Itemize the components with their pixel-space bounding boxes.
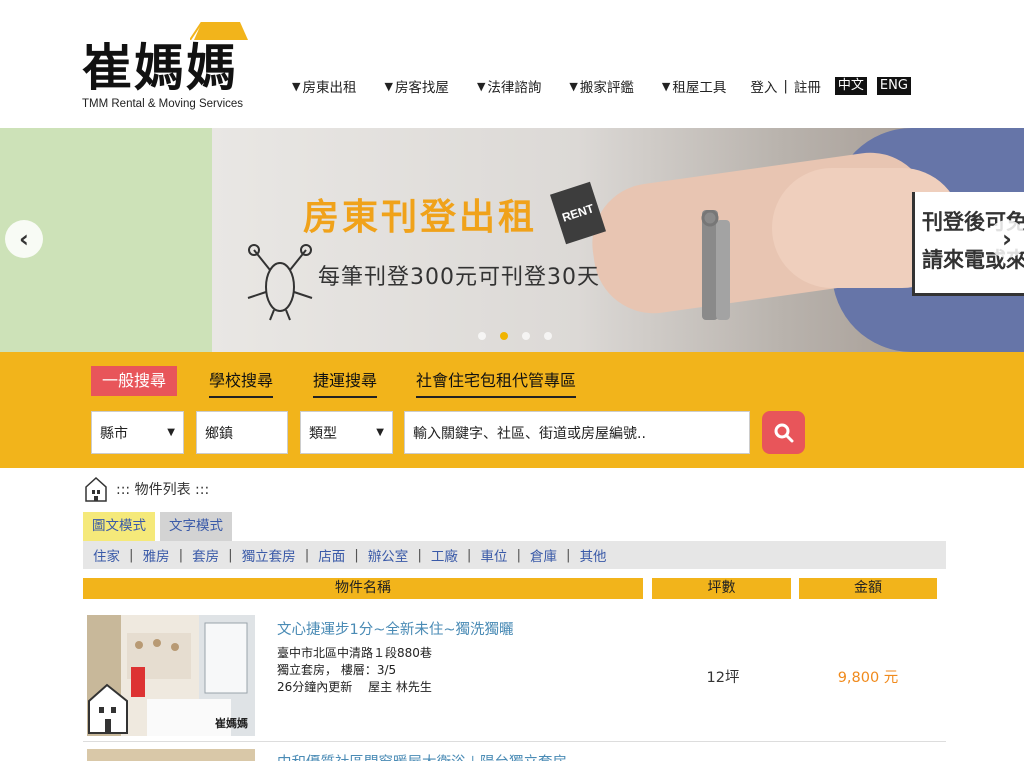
category-room[interactable]: 雅房 xyxy=(143,545,170,565)
chevron-right-icon: › xyxy=(1002,225,1012,253)
carousel-dot[interactable] xyxy=(522,332,530,340)
listing-thumbnail[interactable] xyxy=(87,749,255,761)
divider: | xyxy=(783,78,788,94)
listing-type-floor: 獨立套房， 樓層：3/5 xyxy=(277,663,397,677)
chevron-left-icon: ‹ xyxy=(19,225,29,253)
breadcrumb-label: ::: 物件列表 ::: xyxy=(116,482,210,498)
house-icon xyxy=(85,476,107,502)
keyword-input[interactable]: 輸入關鍵字、社區、街道或房屋編號.. xyxy=(404,411,750,454)
site-header: 崔媽媽 TMM Rental & Moving Services ▼ 房東出租 ▼… xyxy=(0,0,1024,128)
listing-price: 9,800 元 xyxy=(837,670,899,686)
listing-thumbnail[interactable]: 崔媽媽 xyxy=(87,615,255,736)
tab-social-housing[interactable]: 社會住宅包租代管專區 xyxy=(416,366,577,398)
divider: | xyxy=(129,547,134,563)
column-header-area: 坪數 xyxy=(652,578,791,599)
listing-area: 12坪 xyxy=(706,670,740,686)
category-factory[interactable]: 工廠 xyxy=(431,545,458,565)
triangle-down-icon: ▼ xyxy=(476,79,486,93)
county-select-value: 縣市 xyxy=(100,425,128,442)
logo-title: 崔媽媽 xyxy=(82,38,238,97)
listing-title-link[interactable]: 中和優質社區開窗暖屋大衛浴＋陽台獨立套房 xyxy=(277,751,567,761)
carousel-dots xyxy=(478,332,552,340)
nav-label: 房客找屋 xyxy=(394,80,449,96)
banner-subtitle: 每筆刊登300元可刊登30天 xyxy=(318,265,600,290)
triangle-down-icon: ▼ xyxy=(384,79,393,93)
language-switch: 中文 ENG xyxy=(834,77,911,95)
divider: | xyxy=(516,547,521,563)
triangle-down-icon: ▼ xyxy=(292,79,301,93)
divider: | xyxy=(178,547,184,563)
banner-photo xyxy=(212,128,1024,352)
column-header-name: 物件名稱 xyxy=(83,578,643,599)
search-button[interactable] xyxy=(762,411,805,454)
nav-label: 搬家評鑑 xyxy=(579,80,634,96)
nav-label: 房東出租 xyxy=(302,80,357,96)
keys-icon xyxy=(701,210,730,320)
text-mode-tab[interactable]: 文字模式 xyxy=(160,512,232,541)
nav-label: 租屋工具 xyxy=(672,80,727,96)
main-nav: ▼ 房東出租 ▼ 房客找屋 ▼ 法律諮詢 ▼ 搬家評鑑 ▼ 租屋工具 登入 | 註冊 中文… xyxy=(292,76,911,96)
category-shop[interactable]: 店面 xyxy=(318,545,345,565)
category-office[interactable]: 辦公室 xyxy=(368,545,409,565)
thumbnail-watermark: 崔媽媽 xyxy=(215,717,248,730)
site-logo[interactable]: 崔媽媽 TMM Rental & Moving Services xyxy=(82,22,252,114)
breadcrumb: ::: 物件列表 ::: xyxy=(84,476,209,502)
auth-links: 登入 | 註冊 中文 ENG xyxy=(750,76,911,96)
caret-down-icon: ▼ xyxy=(376,427,384,438)
carousel-prev-button[interactable]: ‹ xyxy=(5,220,43,258)
carousel-next-button[interactable]: › xyxy=(988,220,1024,258)
divider: | xyxy=(566,547,571,563)
listing-row[interactable]: 崔媽媽 文心捷運步1分~全新未住~獨洗獨曬 臺中市北區中清路１段880巷 獨立套… xyxy=(83,608,946,742)
login-link[interactable]: 登入 xyxy=(750,76,777,96)
column-header-price: 金額 xyxy=(799,578,937,599)
lang-en-button[interactable]: ENG xyxy=(876,77,911,95)
category-home[interactable]: 住家 xyxy=(93,545,120,565)
divider: | xyxy=(466,547,472,563)
lobster-icon xyxy=(247,244,313,321)
divider: | xyxy=(304,547,310,563)
nav-landlord[interactable]: ▼ 房東出租 xyxy=(292,76,357,97)
category-studio[interactable]: 獨立套房 xyxy=(242,545,296,565)
keyword-input-placeholder: 輸入關鍵字、社區、街道或房屋編號.. xyxy=(413,425,646,442)
tab-school-search[interactable]: 學校搜尋 xyxy=(209,366,274,398)
listing-address: 臺中市北區中清路１段880巷 xyxy=(277,646,432,660)
triangle-down-icon: ▼ xyxy=(661,79,671,93)
listing-updated-owner: 26分鐘內更新 屋主 林先生 xyxy=(277,680,432,694)
image-mode-tab[interactable]: 圖文模式 xyxy=(83,512,155,541)
divider: | xyxy=(354,547,359,563)
search-icon xyxy=(774,423,793,442)
township-select[interactable]: 鄉鎮 xyxy=(196,411,288,454)
tab-mrt-search[interactable]: 捷運搜尋 xyxy=(313,366,378,398)
nav-tools[interactable]: ▼ 租屋工具 xyxy=(661,76,727,97)
county-select[interactable]: 縣市 ▼ xyxy=(91,411,184,454)
triangle-down-icon: ▼ xyxy=(569,79,578,93)
nav-moving[interactable]: ▼ 搬家評鑑 xyxy=(569,76,634,97)
register-link[interactable]: 註冊 xyxy=(794,76,821,96)
nav-label: 法律諮詢 xyxy=(487,80,542,96)
logo-subtitle: TMM Rental & Moving Services xyxy=(82,98,244,110)
lang-zh-button[interactable]: 中文 xyxy=(834,77,867,95)
carousel-dot[interactable] xyxy=(478,332,486,340)
carousel-dot-active[interactable] xyxy=(500,332,508,340)
township-select-value: 鄉鎮 xyxy=(205,425,233,442)
tab-general-search[interactable]: 一般搜尋 xyxy=(91,366,178,396)
banner-title: 房東刊登出租 xyxy=(303,197,538,238)
divider: | xyxy=(228,547,233,563)
caret-down-icon: ▼ xyxy=(167,427,175,438)
category-bar: 住家 | 雅房 | 套房 | 獨立套房 | 店面 | 辦公室 | 工廠 | 車位 | 倉庫 | 其… xyxy=(83,541,946,569)
banner-carousel xyxy=(0,128,1024,352)
category-suite[interactable]: 套房 xyxy=(192,545,219,565)
nav-tenant[interactable]: ▼ 房客找屋 xyxy=(384,76,449,97)
listing-title-link[interactable]: 文心捷運步1分~全新未住~獨洗獨曬 xyxy=(277,618,514,639)
carousel-dot[interactable] xyxy=(544,332,552,340)
nav-legal[interactable]: ▼ 法律諮詢 xyxy=(476,76,542,97)
category-warehouse[interactable]: 倉庫 xyxy=(530,545,557,565)
type-select-value: 類型 xyxy=(309,425,337,442)
type-select[interactable]: 類型 ▼ xyxy=(300,411,393,454)
category-other[interactable]: 其他 xyxy=(580,545,607,565)
category-parking[interactable]: 車位 xyxy=(480,545,507,565)
divider: | xyxy=(417,547,422,563)
listing-row[interactable]: 中和優質社區開窗暖屋大衛浴＋陽台獨立套房 xyxy=(83,749,946,761)
